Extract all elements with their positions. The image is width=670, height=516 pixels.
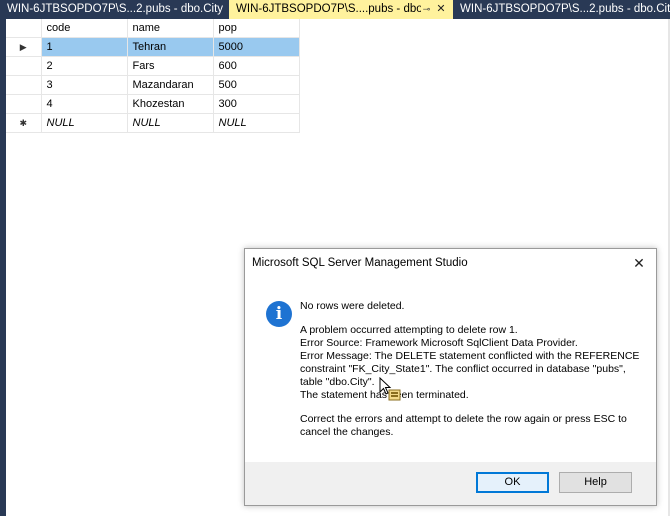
pin-icon[interactable]: ⊸ — [421, 0, 432, 19]
message-line: cancel the changes. — [300, 426, 394, 438]
message-line: The statement has been terminated. — [300, 389, 469, 401]
results-grid: code name pop ▶ 1 Tehran 5000 2 Fars 600… — [6, 19, 300, 133]
message-summary: No rows were deleted. — [300, 300, 405, 312]
information-icon: i — [266, 301, 292, 327]
help-button[interactable]: Help — [559, 472, 632, 493]
table-row[interactable]: ▶ 1 Tehran 5000 — [6, 37, 300, 57]
tab-title: WIN-6JTBSOPDO7P\S....pubs - dbo.State — [236, 3, 422, 15]
dialog-button-bar: OK Help — [245, 462, 656, 505]
tab-state-active[interactable]: WIN-6JTBSOPDO7P\S....pubs - dbo.State ⊸ … — [229, 0, 454, 19]
cell-code[interactable]: 4 — [41, 94, 128, 114]
close-icon[interactable]: ✕ — [632, 255, 646, 272]
tab-title: WIN-6JTBSOPDO7P\S...2.pubs - dbo.City — [7, 3, 224, 15]
dialog-title: Microsoft SQL Server Management Studio — [252, 257, 468, 269]
grid-header-row: code name pop — [6, 19, 300, 38]
cell-pop[interactable]: 500 — [213, 75, 300, 95]
cell-name[interactable]: Mazandaran — [127, 75, 214, 95]
message-line: Error Message: The DELETE statement conf… — [300, 350, 640, 362]
cell-pop[interactable]: 600 — [213, 56, 300, 76]
cell-code[interactable]: 2 — [41, 56, 128, 76]
ok-button[interactable]: OK — [476, 472, 549, 493]
cell-name[interactable]: Tehran — [127, 37, 214, 57]
document-tab-strip: WIN-6JTBSOPDO7P\S...2.pubs - dbo.City WI… — [0, 0, 670, 19]
row-selector-header[interactable] — [6, 19, 42, 38]
table-row[interactable]: 4 Khozestan 300 — [6, 94, 300, 114]
cell-code[interactable]: 3 — [41, 75, 128, 95]
cell-code[interactable]: NULL — [41, 113, 128, 133]
new-row[interactable]: ✱ NULL NULL NULL — [6, 113, 300, 133]
tab-city-1[interactable]: WIN-6JTBSOPDO7P\S...2.pubs - dbo.City — [0, 0, 229, 19]
close-tab-icon[interactable]: ✕ — [435, 0, 447, 19]
dialog-message: No rows were deleted. A problem occurred… — [300, 300, 640, 439]
tab-title: WIN-6JTBSOPDO7P\S...2.pubs - dbo.City — [460, 3, 670, 15]
message-line: Error Source: Framework Microsoft SqlCli… — [300, 337, 578, 349]
row-selector[interactable] — [6, 56, 42, 76]
cell-pop[interactable]: NULL — [213, 113, 300, 133]
cell-code[interactable]: 1 — [41, 37, 128, 57]
row-selector[interactable] — [6, 75, 42, 95]
cell-name[interactable]: Fars — [127, 56, 214, 76]
message-line: constraint "FK_City_State1". The conflic… — [300, 363, 626, 375]
cell-name[interactable]: Khozestan — [127, 94, 214, 114]
current-row-arrow-icon[interactable]: ▶ — [6, 37, 42, 57]
tab-city-2[interactable]: WIN-6JTBSOPDO7P\S...2.pubs - dbo.City — [453, 0, 670, 19]
row-selector[interactable] — [6, 94, 42, 114]
column-header-pop[interactable]: pop — [213, 19, 300, 38]
column-header-code[interactable]: code — [41, 19, 128, 38]
table-row[interactable]: 3 Mazandaran 500 — [6, 75, 300, 95]
new-row-star-icon[interactable]: ✱ — [6, 113, 42, 133]
cell-pop[interactable]: 300 — [213, 94, 300, 114]
cell-name[interactable]: NULL — [127, 113, 214, 133]
table-row[interactable]: 2 Fars 600 — [6, 56, 300, 76]
message-line: Correct the errors and attempt to delete… — [300, 413, 627, 425]
message-line: table "dbo.City". — [300, 376, 375, 388]
error-dialog: Microsoft SQL Server Management Studio ✕… — [244, 248, 657, 506]
column-header-name[interactable]: name — [127, 19, 214, 38]
cell-pop[interactable]: 5000 — [213, 37, 300, 57]
mouse-pointer-icon — [379, 377, 401, 401]
message-line: A problem occurred attempting to delete … — [300, 324, 518, 336]
